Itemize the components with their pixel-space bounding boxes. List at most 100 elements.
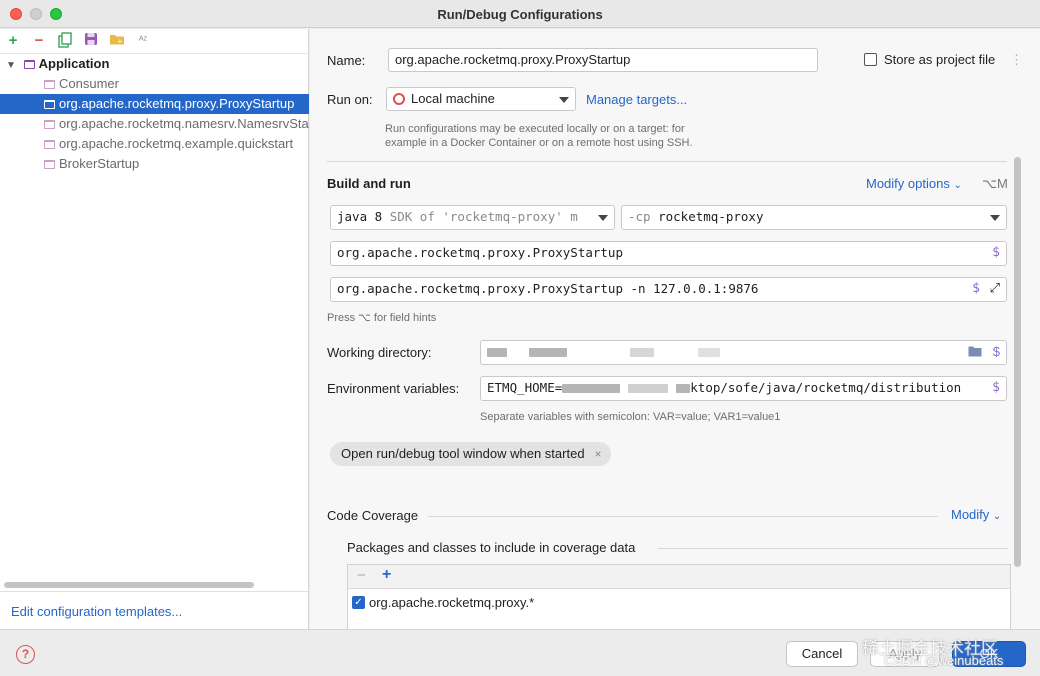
redacted-text [528, 348, 567, 358]
redacted-text [630, 348, 655, 358]
coverage-modify-link[interactable]: Modify ⌄ [951, 507, 1001, 522]
redacted-text [487, 348, 507, 358]
jdk-value: java 8 [337, 209, 383, 224]
working-directory-label: Working directory: [327, 345, 432, 360]
more-options-icon[interactable]: ⋮ [1010, 52, 1023, 68]
copy-icon[interactable] [56, 32, 74, 50]
tree-item-quickstart[interactable]: org.apache.rocketmq.example.quickstart [0, 134, 309, 154]
chevron-down-icon [559, 97, 569, 103]
insert-macro-icon[interactable]: $ [989, 377, 1000, 399]
modify-options-shortcut: ⌥M [982, 176, 1008, 191]
close-icon[interactable]: × [595, 442, 602, 466]
section-divider [658, 548, 1008, 549]
run-on-select[interactable]: Local machine [386, 87, 576, 111]
configuration-icon [44, 120, 55, 129]
tree-root-application[interactable]: ▼ Application [0, 54, 309, 74]
title-bar: Run/Debug Configurations [0, 0, 1040, 28]
store-project-checkbox[interactable] [864, 53, 877, 66]
sort-icon[interactable]: ᴬᶻ [134, 32, 152, 50]
redacted-text [562, 384, 621, 393]
add-icon[interactable]: + [4, 32, 22, 50]
edit-templates-link[interactable]: Edit configuration templates... [11, 604, 182, 619]
insert-macro-icon[interactable]: $ [992, 242, 1000, 264]
chevron-down-icon[interactable]: ▼ [6, 56, 20, 74]
env-value-prefix: ETMQ_HOME= [487, 380, 563, 395]
remove-icon[interactable]: − [30, 32, 48, 50]
name-label: Name: [327, 53, 366, 68]
chevron-down-icon: ⌄ [992, 511, 1002, 522]
classpath-select[interactable]: -cp rocketmq-proxy [621, 205, 1007, 230]
folder-browse-icon[interactable] [968, 341, 982, 363]
tree-item-label: org.apache.rocketmq.proxy.ProxyStartup [59, 96, 295, 111]
svg-text:+: + [117, 38, 123, 46]
modify-options-link[interactable]: Modify options ⌄ [866, 176, 962, 191]
section-divider [327, 161, 1007, 162]
insert-macro-icon[interactable]: $ [993, 341, 1000, 363]
working-directory-input[interactable]: $ [480, 340, 1007, 365]
watermark-author: CSDN @weinubeats [884, 653, 1004, 668]
redacted-text [676, 384, 691, 393]
coverage-list-toolbar: − + [348, 565, 1010, 589]
field-hints-text: Press ⌥ for field hints [327, 312, 437, 324]
name-input[interactable]: org.apache.rocketmq.proxy.ProxyStartup [388, 48, 818, 72]
configuration-icon [44, 140, 55, 149]
expand-icon[interactable]: ⤢ [990, 278, 1000, 300]
jdk-description: SDK of 'rocketmq-proxy' m [389, 209, 578, 224]
program-arguments-value: org.apache.rocketmq.proxy.ProxyStartup -… [337, 281, 759, 296]
tree-item-proxy-startup[interactable]: org.apache.rocketmq.proxy.ProxyStartup [0, 94, 309, 114]
folder-icon[interactable]: + [108, 32, 126, 50]
chevron-down-icon [990, 215, 1000, 221]
section-divider [428, 516, 938, 517]
tree-item-label: BrokerStartup [59, 156, 140, 171]
save-icon[interactable] [82, 32, 100, 50]
home-icon [393, 93, 405, 105]
manage-targets-link[interactable]: Manage targets... [586, 92, 687, 107]
run-on-hint-line1: Run configurations may be executed local… [385, 123, 685, 135]
build-run-title: Build and run [327, 176, 411, 191]
coverage-entry-label: org.apache.rocketmq.proxy.* [369, 595, 535, 610]
open-tool-window-label: Open run/debug tool window when started [341, 446, 585, 461]
coverage-modify-label: Modify [951, 507, 990, 522]
open-tool-window-chip[interactable]: Open run/debug tool window when started … [330, 442, 611, 466]
tree-item-consumer[interactable]: Consumer [0, 74, 309, 94]
tree-item-label: org.apache.rocketmq.example.quickstart [59, 136, 294, 151]
configurations-sidebar: + − + ᴬᶻ ▼ Application Consumer org.apac… [0, 29, 309, 629]
configuration-icon [44, 80, 55, 89]
tree-item-namesrv-startup[interactable]: org.apache.rocketmq.namesrv.NamesrvStart… [0, 114, 309, 134]
main-class-input[interactable]: org.apache.rocketmq.proxy.ProxyStartup $ [330, 241, 1007, 266]
main-class-value: org.apache.rocketmq.proxy.ProxyStartup [337, 245, 623, 260]
cp-flag: -cp [628, 209, 651, 224]
coverage-entry-checkbox[interactable]: ✓ [352, 596, 365, 609]
coverage-packages-list: − + ✓ org.apache.rocketmq.proxy.* [347, 564, 1011, 629]
cancel-button[interactable]: Cancel [786, 641, 858, 667]
cp-value: rocketmq-proxy [658, 209, 764, 224]
coverage-packages-title: Packages and classes to include in cover… [347, 540, 636, 555]
configuration-form: Name: org.apache.rocketmq.proxy.ProxySta… [310, 29, 1040, 629]
store-project-label: Store as project file [884, 52, 996, 67]
program-arguments-input[interactable]: org.apache.rocketmq.proxy.ProxyStartup -… [330, 277, 1007, 302]
environment-variables-label: Environment variables: [327, 381, 460, 396]
tree-item-label: Consumer [59, 76, 119, 91]
remove-entry-icon[interactable]: − [357, 567, 366, 584]
environment-variables-input[interactable]: ETMQ_HOME= ktop/sofe/java/rocketmq/distri… [480, 376, 1007, 401]
run-on-hint-line2: example in a Docker Container or on a re… [385, 137, 693, 149]
help-icon[interactable]: ? [16, 645, 35, 664]
environment-variables-hint: Separate variables with semicolon: VAR=v… [480, 411, 781, 423]
redacted-text [697, 348, 720, 358]
application-icon [23, 60, 35, 69]
tree-item-label: org.apache.rocketmq.namesrv.NamesrvStart… [59, 116, 309, 131]
add-entry-icon[interactable]: + [382, 566, 391, 584]
window-title: Run/Debug Configurations [437, 7, 603, 22]
redacted-text [628, 384, 669, 393]
configuration-icon [44, 160, 55, 169]
horizontal-scrollbar[interactable] [4, 582, 254, 588]
insert-macro-icon[interactable]: $ [972, 278, 980, 300]
tree-item-broker-startup[interactable]: BrokerStartup [0, 154, 309, 174]
chevron-down-icon: ⌄ [953, 180, 962, 191]
vertical-scrollbar[interactable] [1014, 157, 1021, 567]
sidebar-toolbar: + − + ᴬᶻ [0, 29, 309, 54]
jdk-select[interactable]: java 8 SDK of 'rocketmq-proxy' m [330, 205, 615, 230]
chevron-down-icon [598, 215, 608, 221]
modify-options-label: Modify options [866, 176, 950, 191]
code-coverage-title: Code Coverage [327, 508, 419, 523]
